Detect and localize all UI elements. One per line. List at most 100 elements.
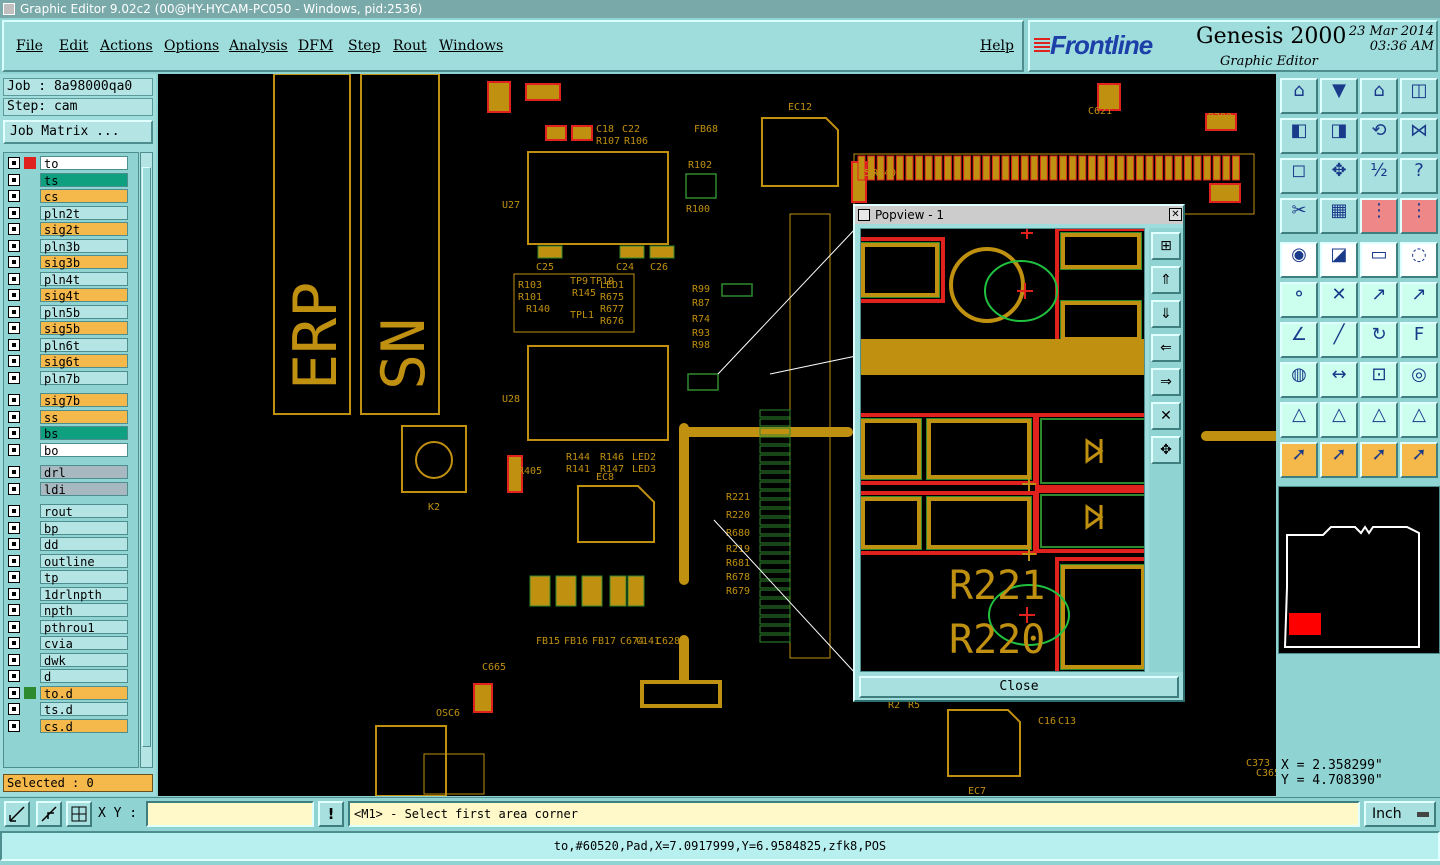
layer-name[interactable]: sig5b [40, 321, 128, 336]
layer-name[interactable]: sig7b [40, 393, 128, 408]
layer-name[interactable]: to.d [40, 685, 128, 701]
arc-icon[interactable]: ↻ [1360, 322, 1398, 358]
layer-color-swatch[interactable] [24, 670, 36, 682]
layer-color-swatch[interactable] [24, 411, 36, 423]
snap2-icon[interactable]: ⋮ [1400, 198, 1438, 234]
layer-checkbox[interactable] [8, 305, 20, 318]
layer-color-swatch[interactable] [24, 703, 36, 715]
menu-actions[interactable]: Actions [100, 38, 153, 54]
layer-checkbox[interactable] [8, 521, 20, 534]
arrow2-icon[interactable]: ↗ [1400, 282, 1438, 318]
square-icon[interactable]: ◌ [1400, 242, 1438, 278]
popview-view[interactable]: R221 R220 [860, 228, 1145, 672]
layer-row[interactable]: drl [6, 465, 128, 480]
layer-name[interactable]: ts.d [40, 702, 128, 717]
layer-checkbox[interactable] [8, 289, 20, 301]
layer-row[interactable]: tp [6, 570, 128, 585]
layer-color-swatch[interactable] [24, 306, 36, 318]
layer-color-swatch[interactable] [24, 256, 36, 268]
layer-name[interactable]: ss [40, 409, 128, 425]
layer-name[interactable]: npth [40, 603, 128, 618]
menu-dfm[interactable]: DFM [298, 38, 333, 54]
layer-name[interactable]: sig4t [40, 288, 128, 303]
layer-row[interactable]: sig4t [6, 288, 128, 303]
alert-button[interactable]: ! [318, 801, 344, 827]
dash-icon[interactable]: ↔ [1320, 362, 1358, 398]
layer-name[interactable]: to [40, 156, 128, 171]
menu-step[interactable]: Step [348, 38, 380, 54]
pointer-icon[interactable]: ➚ [1280, 442, 1318, 478]
layer-checkbox[interactable] [8, 719, 20, 732]
layer-row[interactable]: bp [6, 520, 128, 536]
menu-analysis[interactable]: Analysis [229, 38, 288, 54]
layer-row[interactable]: pln3b [6, 238, 128, 254]
layer-row[interactable]: d [6, 669, 128, 684]
pointer3-icon[interactable]: ➚ [1360, 442, 1398, 478]
layer-color-swatch[interactable] [24, 355, 36, 367]
layer-name[interactable]: ts [40, 172, 128, 188]
layer-row[interactable]: sig5b [6, 321, 128, 336]
layer-name[interactable]: tp [40, 570, 128, 585]
angle-icon[interactable]: ◪ [1320, 242, 1358, 278]
layer-color-swatch[interactable] [24, 427, 36, 439]
tri2-icon[interactable]: △ [1320, 402, 1358, 438]
layer-color-swatch[interactable] [24, 686, 36, 699]
pointer2-icon[interactable]: ➚ [1320, 442, 1358, 478]
layer-color-swatch[interactable] [24, 273, 36, 285]
layer-checkbox[interactable] [8, 653, 20, 666]
layer-color-swatch[interactable] [24, 505, 36, 517]
layer-checkbox[interactable] [8, 587, 20, 600]
connect-icon[interactable]: ⚬ [1280, 282, 1318, 318]
layer-checkbox[interactable] [8, 686, 20, 699]
measure-icon[interactable] [36, 801, 62, 827]
layer-name[interactable]: d [40, 669, 128, 684]
layer-row[interactable]: npth [6, 603, 128, 618]
popview-zoom-in-icon[interactable]: ✕ [1151, 402, 1181, 430]
layer-row[interactable]: bo [6, 442, 128, 458]
layer-checkbox[interactable] [8, 427, 20, 439]
popview-fit-icon[interactable]: ✥ [1151, 436, 1181, 464]
layer-row[interactable]: pthrou1 [6, 619, 128, 635]
layer-name[interactable]: drl [40, 465, 128, 480]
snap-icon[interactable]: ⋮ [1360, 198, 1398, 234]
layer-name[interactable]: bo [40, 442, 128, 458]
layer-checkbox[interactable] [8, 620, 20, 633]
layer-name[interactable]: bp [40, 520, 128, 536]
layer-checkbox[interactable] [8, 554, 20, 567]
layer-row[interactable]: sig2t [6, 222, 128, 237]
xy-input[interactable] [146, 801, 314, 827]
save-icon[interactable]: ▼ [1320, 78, 1358, 114]
layer-name[interactable]: ldi [40, 481, 128, 497]
layer-color-swatch[interactable] [24, 720, 36, 732]
layer-checkbox[interactable] [8, 272, 20, 285]
layer-color-swatch[interactable] [24, 571, 36, 583]
layer-name[interactable]: 1drlnpth [40, 586, 128, 602]
popview-pan-up-icon[interactable]: ⇑ [1151, 266, 1181, 294]
pointer4-icon[interactable]: ➚ [1400, 442, 1438, 478]
blob-icon[interactable]: ◎ [1400, 362, 1438, 398]
circle-icon[interactable]: ◉ [1280, 242, 1318, 278]
right-icon[interactable]: ◨ [1320, 118, 1358, 154]
layer-row[interactable]: pln4t [6, 271, 128, 287]
job-matrix-button[interactable]: Job Matrix ... [3, 120, 153, 144]
fit-icon[interactable]: ◻ [1280, 158, 1318, 194]
layer-name[interactable]: sig3b [40, 255, 128, 270]
layer-name[interactable]: outline [40, 553, 128, 569]
layer-row[interactable]: cs [6, 189, 128, 204]
layer-row[interactable]: sig6t [6, 354, 128, 369]
menu-edit[interactable]: Edit [59, 38, 88, 54]
popview-pan-right-icon[interactable]: ⇒ [1151, 368, 1181, 396]
layer-row[interactable]: ss [6, 409, 128, 425]
grid-icon[interactable]: ▦ [1320, 198, 1358, 234]
layer-row[interactable]: ts [6, 172, 128, 188]
layer-checkbox[interactable] [8, 466, 20, 478]
layer-name[interactable]: sig6t [40, 354, 128, 369]
layer-checkbox[interactable] [8, 571, 20, 583]
layer-color-swatch[interactable] [24, 207, 36, 219]
layer-color-swatch[interactable] [24, 157, 36, 169]
layer-checkbox[interactable] [8, 482, 20, 495]
layer-color-swatch[interactable] [24, 174, 36, 186]
layer-row[interactable]: rout [6, 504, 128, 519]
layer-name[interactable]: bs [40, 426, 128, 441]
zoom-1-2-icon[interactable]: ½ [1360, 158, 1398, 194]
